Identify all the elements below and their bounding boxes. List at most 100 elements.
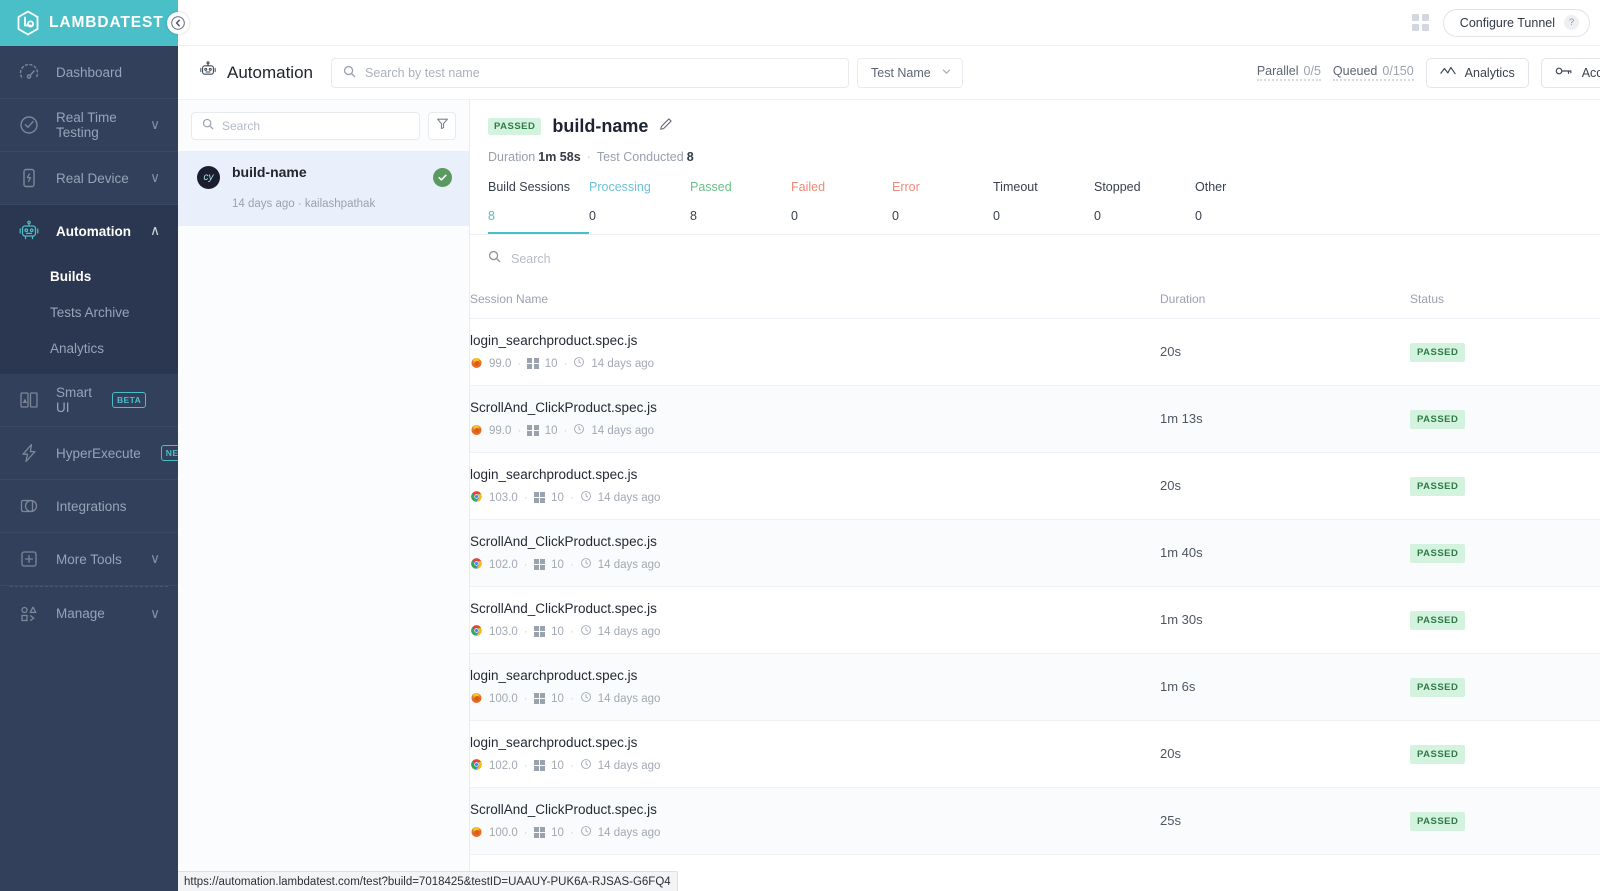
duration-text: 1m 13s	[1160, 411, 1203, 426]
builds-search-input[interactable]	[222, 118, 409, 133]
build-detail-panel: PASSED build-name Duration 1m 58s · Test Co…	[470, 100, 1600, 891]
clock-icon	[573, 356, 585, 371]
os-version: 10	[551, 491, 564, 504]
browser-icon	[470, 624, 483, 640]
session-age: 14 days ago	[597, 759, 661, 772]
windows-icon	[533, 692, 546, 705]
session-meta: 102.0 · 10 · 14 days ago	[470, 758, 1160, 774]
access-key-button[interactable]: Access	[1540, 57, 1600, 88]
help-icon[interactable]: ?	[1564, 15, 1579, 30]
app-grid-icon[interactable]	[1411, 14, 1429, 31]
windows-icon	[533, 491, 546, 504]
tab-failed[interactable]: Failed 0	[791, 180, 892, 234]
sidebar-item-integrations[interactable]: Integrations	[0, 480, 178, 533]
cell-status: PASSED	[1410, 787, 1600, 855]
configure-tunnel-label: Configure Tunnel	[1459, 15, 1555, 30]
cell-status: PASSED	[1410, 586, 1600, 654]
browser-version: 100.0	[489, 826, 518, 839]
sidebar-item-tests-archive[interactable]: Tests Archive	[0, 294, 178, 330]
brand-header: LAMBDATEST	[0, 0, 189, 46]
sidebar-item-builds[interactable]: Builds	[0, 258, 178, 294]
cell-session-name[interactable]: ScrollAnd_ClickProduct.spec.js 100.0 · 10 · 1…	[470, 787, 1160, 855]
os-version: 10	[551, 558, 564, 571]
table-row[interactable]: login_searchproduct.spec.js 103.0 · 10 · 14 d…	[470, 452, 1600, 520]
tab-build-sessions[interactable]: Build Sessions 8	[488, 180, 589, 234]
cell-session-name[interactable]: login_searchproduct.spec.js 99.0 · 10 · 14 da…	[470, 318, 1160, 386]
tab-value: 0	[791, 209, 798, 223]
cell-session-name[interactable]: login_searchproduct.spec.js 100.0 · 10 · 14 d…	[470, 653, 1160, 721]
session-age: 14 days ago	[591, 357, 655, 370]
status-badge: PASSED	[488, 118, 542, 135]
sidebar-item-more-tools[interactable]: More Tools ∨	[0, 533, 178, 586]
builds-filter-button[interactable]	[428, 111, 456, 140]
sidebar-item-dashboard[interactable]: Dashboard	[0, 46, 178, 99]
table-row[interactable]: login_searchproduct.spec.js 102.0 · 10 · 14 d…	[470, 720, 1600, 788]
meta-separator: ·	[569, 759, 574, 772]
tab-processing[interactable]: Processing 0	[589, 180, 690, 234]
tab-stopped[interactable]: Stopped 0	[1094, 180, 1195, 234]
search-input[interactable]	[365, 65, 837, 80]
sidebar-collapse-button[interactable]	[167, 12, 189, 34]
sessions-search-row[interactable]	[470, 235, 1600, 282]
table-row[interactable]: ScrollAnd_ClickProduct.spec.js 100.0 · 10 · 1…	[470, 787, 1600, 855]
configure-tunnel-button[interactable]: Configure Tunnel ?	[1442, 8, 1590, 37]
sessions-search-input[interactable]	[511, 251, 811, 266]
cell-status: PASSED	[1410, 385, 1600, 453]
session-meta: 103.0 · 10 · 14 days ago	[470, 490, 1160, 506]
table-row[interactable]: login_searchproduct.spec.js 100.0 · 10 · 14 d…	[470, 653, 1600, 721]
clock-icon	[580, 825, 592, 840]
cell-session-name[interactable]: login_searchproduct.spec.js 103.0 · 10 · 14 d…	[470, 452, 1160, 520]
cell-session-name[interactable]: ScrollAnd_ClickProduct.spec.js 103.0 · 10 · 1…	[470, 586, 1160, 654]
table-row[interactable]: ScrollAnd_ClickProduct.spec.js 102.0 · 10 · 1…	[470, 519, 1600, 587]
pencil-icon[interactable]	[659, 117, 673, 136]
tab-label: Processing	[589, 180, 651, 194]
test-name-filter-select[interactable]: Test Name	[857, 57, 963, 88]
tab-passed[interactable]: Passed 8	[690, 180, 791, 234]
table-row[interactable]: ScrollAnd_ClickProduct.spec.js 103.0 · 10 · 1…	[470, 586, 1600, 654]
builds-search-box[interactable]	[191, 111, 420, 140]
sidebar-item-automation[interactable]: Automation ∧	[0, 205, 178, 258]
cell-session-name[interactable]: ScrollAnd_ClickProduct.spec.js 102.0 · 10 · 1…	[470, 519, 1160, 587]
tab-other[interactable]: Other 0	[1195, 180, 1296, 234]
cell-session-name[interactable]: login_searchproduct.spec.js 102.0 · 10 · 14 d…	[470, 720, 1160, 788]
status-badge: PASSED	[1410, 678, 1466, 697]
tab-label: Failed	[791, 180, 826, 194]
test-search-box[interactable]	[331, 57, 849, 88]
clock-check-icon	[16, 112, 42, 138]
chevron-up-icon: ∧	[150, 223, 160, 238]
build-item-meta: 14 days ago · kailashpathak	[232, 198, 376, 210]
session-name-text: ScrollAnd_ClickProduct.spec.js	[470, 399, 657, 415]
meta-separator: ·	[523, 826, 528, 839]
table-row[interactable]: ScrollAnd_ClickProduct.spec.js 99.0 · 10 · 14…	[470, 385, 1600, 453]
tab-value: 0	[993, 209, 1000, 223]
sidebar-item-analytics[interactable]: Analytics	[0, 330, 178, 366]
sidebar-item-smart-ui[interactable]: Smart UI BETA	[0, 374, 178, 427]
mobile-device-icon	[16, 165, 42, 191]
cell-duration: 1m 6s	[1160, 653, 1410, 721]
chevron-down-icon	[941, 66, 952, 80]
os-version: 10	[551, 692, 564, 705]
meta-separator: ·	[569, 625, 574, 638]
sidebar-item-real-device[interactable]: Real Device ∨	[0, 152, 178, 205]
cell-duration: 20s	[1160, 318, 1410, 386]
tab-timeout[interactable]: Timeout 0	[993, 180, 1094, 234]
sidebar-item-real-time-testing[interactable]: Real Time Testing ∨	[0, 99, 178, 152]
tab-value: 8	[488, 209, 495, 223]
table-row[interactable]: login_searchproduct.spec.js 99.0 · 10 · 14 da…	[470, 318, 1600, 386]
browser-version: 99.0	[489, 357, 512, 370]
session-name-text: login_searchproduct.spec.js	[470, 734, 638, 750]
tab-error[interactable]: Error 0	[892, 180, 993, 234]
sidebar-item-hyperexecute[interactable]: HyperExecute NEW	[0, 427, 192, 480]
meta-separator: ·	[563, 357, 568, 370]
windows-icon	[527, 424, 539, 437]
meta-separator: ·	[517, 357, 522, 370]
session-name-text: ScrollAnd_ClickProduct.spec.js	[470, 600, 657, 616]
build-list-item[interactable]: cy build-name 14 days ago · kailashpatha…	[178, 151, 469, 226]
smart-ui-icon	[16, 387, 42, 413]
cell-status: PASSED	[1410, 720, 1600, 788]
analytics-button[interactable]: Analytics	[1425, 57, 1529, 88]
sidebar-item-manage[interactable]: Manage ∨	[0, 587, 178, 640]
sidebar-item-label: Dashboard	[56, 64, 123, 80]
cell-session-name[interactable]: ScrollAnd_ClickProduct.spec.js 99.0 · 10 · 14…	[470, 385, 1160, 453]
browser-version: 100.0	[489, 692, 518, 705]
